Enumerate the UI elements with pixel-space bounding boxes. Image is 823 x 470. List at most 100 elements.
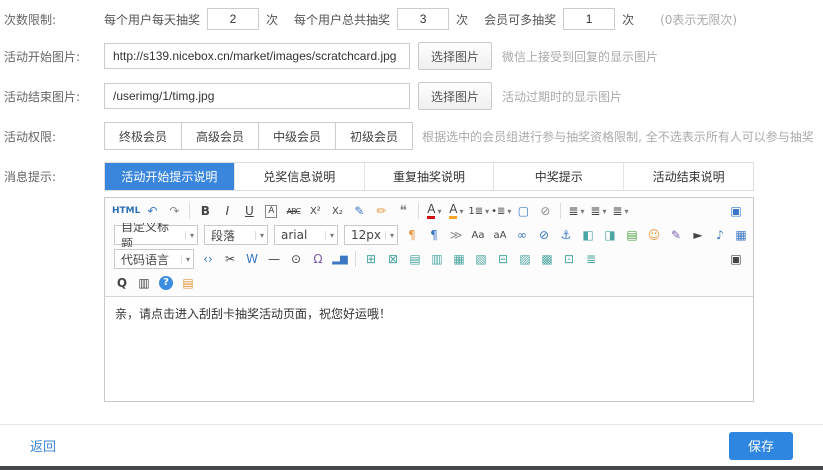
font-family-select[interactable]: arial▾ bbox=[274, 225, 338, 245]
cleardoc-icon[interactable]: ⊘ bbox=[535, 202, 555, 220]
emotion-icon[interactable]: ☺ bbox=[644, 226, 664, 244]
end-image-url-input[interactable] bbox=[104, 83, 410, 109]
end-image-pick-button[interactable]: 选择图片 bbox=[418, 82, 492, 110]
total-count-input[interactable] bbox=[397, 8, 449, 30]
formatmatch-icon-glyph: ✏ bbox=[376, 204, 386, 218]
lowercase-icon[interactable]: aA bbox=[490, 226, 510, 244]
start-image-pick-button[interactable]: 选择图片 bbox=[418, 42, 492, 70]
toolbar-separator bbox=[560, 203, 561, 219]
date-icon[interactable]: ⊙ bbox=[286, 250, 306, 268]
selectall-icon-glyph: ▢ bbox=[518, 204, 529, 218]
image-align-right-icon[interactable]: ◨ bbox=[600, 226, 620, 244]
insert-video-icon[interactable]: ► bbox=[688, 226, 708, 244]
link-icon[interactable]: ∞ bbox=[512, 226, 532, 244]
delete-row-icon[interactable]: ▥ bbox=[427, 250, 447, 268]
end-image-hint: 活动过期时的显示图片 bbox=[502, 88, 622, 105]
tab-win-message[interactable]: 中奖提示 bbox=[494, 163, 624, 190]
indent-icon[interactable]: ≫ bbox=[446, 226, 466, 244]
tab-end-message[interactable]: 活动结束说明 bbox=[624, 163, 753, 190]
merge-down-icon[interactable]: ▩ bbox=[537, 250, 557, 268]
source-code-button[interactable]: HTML bbox=[112, 202, 140, 220]
insert-code-icon[interactable]: ‹› bbox=[198, 250, 218, 268]
insert-table-icon[interactable]: ⊞ bbox=[361, 250, 381, 268]
member-level-button[interactable]: 初级会员 bbox=[335, 122, 413, 150]
lowercase-icon-glyph: aA bbox=[494, 230, 507, 241]
direction-rtl-icon[interactable]: ¶ bbox=[424, 226, 444, 244]
special-chars-icon[interactable]: Ω bbox=[308, 250, 328, 268]
custom-style-select[interactable]: 自定义标题▾ bbox=[114, 225, 198, 245]
rowspacing-bottom-icon[interactable]: ≣▾ bbox=[588, 202, 608, 220]
tab-start-message[interactable]: 活动开始提示说明 bbox=[105, 163, 235, 190]
redo-icon[interactable]: ↷ bbox=[164, 202, 184, 220]
snapscreen-icon[interactable]: ✂ bbox=[220, 250, 240, 268]
word-image-icon[interactable]: W bbox=[242, 250, 262, 268]
ordered-list-icon[interactable]: 1≣▾ bbox=[468, 202, 489, 220]
limit-row: 次数限制: 每个用户每天抽奖 次 每个用户总共抽奖 次 会员可多抽奖 次 (0表… bbox=[0, 8, 823, 30]
help-icon[interactable]: ? bbox=[156, 274, 176, 292]
unordered-list-icon-glyph: •≣ bbox=[491, 206, 505, 217]
rowspacing-top-icon[interactable]: ≣▾ bbox=[566, 202, 586, 220]
insert-col-icon[interactable]: ▦ bbox=[449, 250, 469, 268]
horizontal-rule-icon[interactable]: — bbox=[264, 250, 284, 268]
tab-redeem-message[interactable]: 兑奖信息说明 bbox=[235, 163, 365, 190]
font-family-select-value: arial bbox=[281, 228, 307, 242]
limit-field-label: 每个用户每天抽奖 bbox=[104, 11, 200, 28]
formatmatch-icon[interactable]: ✏ bbox=[371, 202, 391, 220]
search-replace-icon[interactable]: Q bbox=[112, 274, 132, 292]
split-cells-icon[interactable]: ⊡ bbox=[559, 250, 579, 268]
preview-icon[interactable]: ▥ bbox=[134, 274, 154, 292]
fullscreen-icon[interactable]: ▣ bbox=[726, 202, 746, 220]
image-align-left-icon[interactable]: ◧ bbox=[578, 226, 598, 244]
split-rows-icon[interactable]: ≣ bbox=[581, 250, 601, 268]
back-link[interactable]: 返回 bbox=[30, 436, 56, 455]
selectall-icon[interactable]: ▢ bbox=[513, 202, 533, 220]
start-image-url-input[interactable] bbox=[104, 43, 410, 69]
direction-ltr-icon[interactable]: ¶ bbox=[402, 226, 422, 244]
merge-right-icon[interactable]: ▨ bbox=[515, 250, 535, 268]
delete-col-icon[interactable]: ▧ bbox=[471, 250, 491, 268]
editor-content[interactable]: 亲，请点击进入刮刮卡抽奖活动页面，祝您好运哦！ bbox=[105, 297, 753, 401]
uppercase-icon[interactable]: Aa bbox=[468, 226, 488, 244]
member-extra-count-input[interactable] bbox=[563, 8, 615, 30]
superscript-icon[interactable]: X² bbox=[305, 202, 325, 220]
delete-table-icon[interactable]: ⊠ bbox=[383, 250, 403, 268]
custom-style-select-value: 自定义标题 bbox=[121, 223, 181, 247]
strikethrough-icon[interactable]: ABC bbox=[283, 202, 303, 220]
member-level-button[interactable]: 终极会员 bbox=[104, 122, 182, 150]
music-icon[interactable]: ♪ bbox=[710, 226, 730, 244]
code-language-select[interactable]: 代码语言▾ bbox=[114, 249, 194, 269]
member-level-button[interactable]: 高级会员 bbox=[181, 122, 259, 150]
background-color-icon[interactable]: A▾ bbox=[446, 202, 466, 220]
permission-label: 活动权限: bbox=[4, 128, 104, 145]
paragraph-select[interactable]: 段落▾ bbox=[204, 225, 268, 245]
italic-icon[interactable]: I bbox=[217, 202, 237, 220]
image-manager-icon[interactable]: ▦ bbox=[731, 226, 751, 244]
save-button[interactable]: 保存 bbox=[729, 432, 793, 460]
scrawl-icon[interactable]: ✎ bbox=[666, 226, 686, 244]
bold-icon[interactable]: B bbox=[195, 202, 215, 220]
line-height-icon[interactable]: ≣▾ bbox=[610, 202, 630, 220]
merge-cells-icon[interactable]: ⊟ bbox=[493, 250, 513, 268]
tab-repeat-message[interactable]: 重复抽奖说明 bbox=[365, 163, 495, 190]
unlink-icon[interactable]: ⊘ bbox=[534, 226, 554, 244]
font-color-icon[interactable]: A▾ bbox=[424, 202, 444, 220]
anchor-icon[interactable]: ⚓ bbox=[556, 226, 576, 244]
unordered-list-icon[interactable]: •≣▾ bbox=[491, 202, 511, 220]
font-size-select[interactable]: 12px▾ bbox=[344, 225, 398, 245]
insert-row-icon[interactable]: ▤ bbox=[405, 250, 425, 268]
fontborder-icon[interactable]: A bbox=[261, 202, 281, 220]
member-level-button[interactable]: 中级会员 bbox=[258, 122, 336, 150]
blockquote-icon[interactable]: ❝ bbox=[393, 202, 413, 220]
subscript-icon[interactable]: X₂ bbox=[327, 202, 347, 220]
chevron-down-icon: ▾ bbox=[255, 231, 264, 240]
insert-image-icon[interactable]: ▤ bbox=[622, 226, 642, 244]
removeformat-icon[interactable]: ✎ bbox=[349, 202, 369, 220]
underline-icon[interactable]: U bbox=[239, 202, 259, 220]
undo-icon[interactable]: ↶ bbox=[142, 202, 162, 220]
anchor-icon-glyph: ⚓ bbox=[561, 228, 572, 242]
charts-icon[interactable]: ▂▆ bbox=[330, 250, 350, 268]
print-icon[interactable]: ▣ bbox=[726, 250, 746, 268]
toolbar-row-1: HTML↶↷BIUAABCX²X₂✎✏❝A▾A▾1≣▾•≣▾▢⊘≣▾≣▾≣▾▣ bbox=[107, 199, 751, 223]
drafts-icon[interactable]: ▤ bbox=[178, 274, 198, 292]
per-day-count-input[interactable] bbox=[207, 8, 259, 30]
